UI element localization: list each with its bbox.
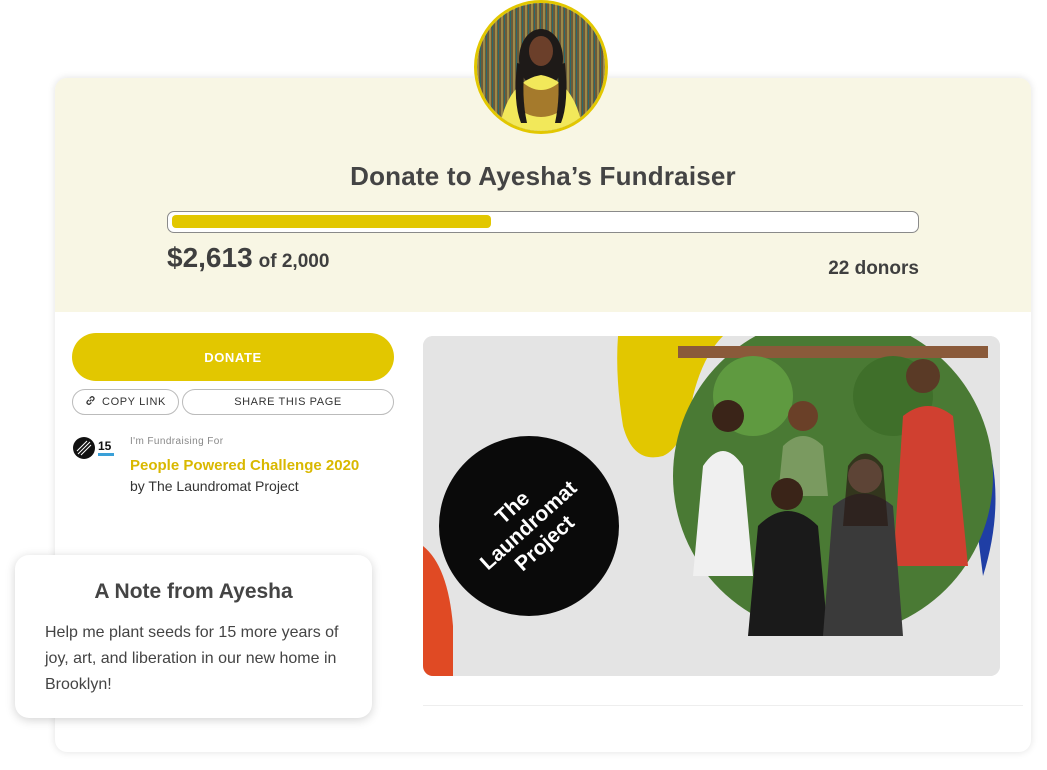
divider	[423, 705, 1023, 706]
organization-byline: by The Laundromat Project	[130, 478, 299, 494]
fundraiser-note: A Note from Ayesha Help me plant seeds f…	[15, 555, 372, 718]
campaign-banner-image: The Laundromat Project	[423, 336, 1000, 676]
raised-amount: $2,613 of 2,000	[167, 242, 329, 274]
progress-bar	[167, 211, 919, 233]
note-title: A Note from Ayesha	[94, 580, 293, 603]
share-page-button[interactable]: SHARE THIS PAGE	[182, 389, 394, 415]
logo-number: 15	[98, 439, 112, 453]
donate-button[interactable]: DONATE	[72, 333, 394, 381]
page-title: Donate to Ayesha’s Fundraiser	[350, 161, 736, 191]
organization-logo[interactable]: 15	[72, 435, 118, 461]
goal-text: of 2,000	[258, 251, 330, 272]
link-icon	[85, 395, 96, 409]
avatar-photo	[477, 3, 605, 131]
raised-value: $2,613	[167, 242, 253, 273]
fundraising-for-label: I'm Fundraising For	[130, 436, 224, 447]
copy-link-button[interactable]: COPY LINK	[72, 389, 179, 415]
donor-count: 22 donors	[828, 258, 919, 279]
copy-link-label: COPY LINK	[102, 396, 166, 408]
campaign-name-link[interactable]: People Powered Challenge 2020	[130, 457, 359, 474]
fundraiser-avatar	[474, 0, 608, 134]
progress-bar-fill	[172, 215, 491, 228]
note-body: Help me plant seeds for 15 more years of…	[45, 624, 339, 693]
